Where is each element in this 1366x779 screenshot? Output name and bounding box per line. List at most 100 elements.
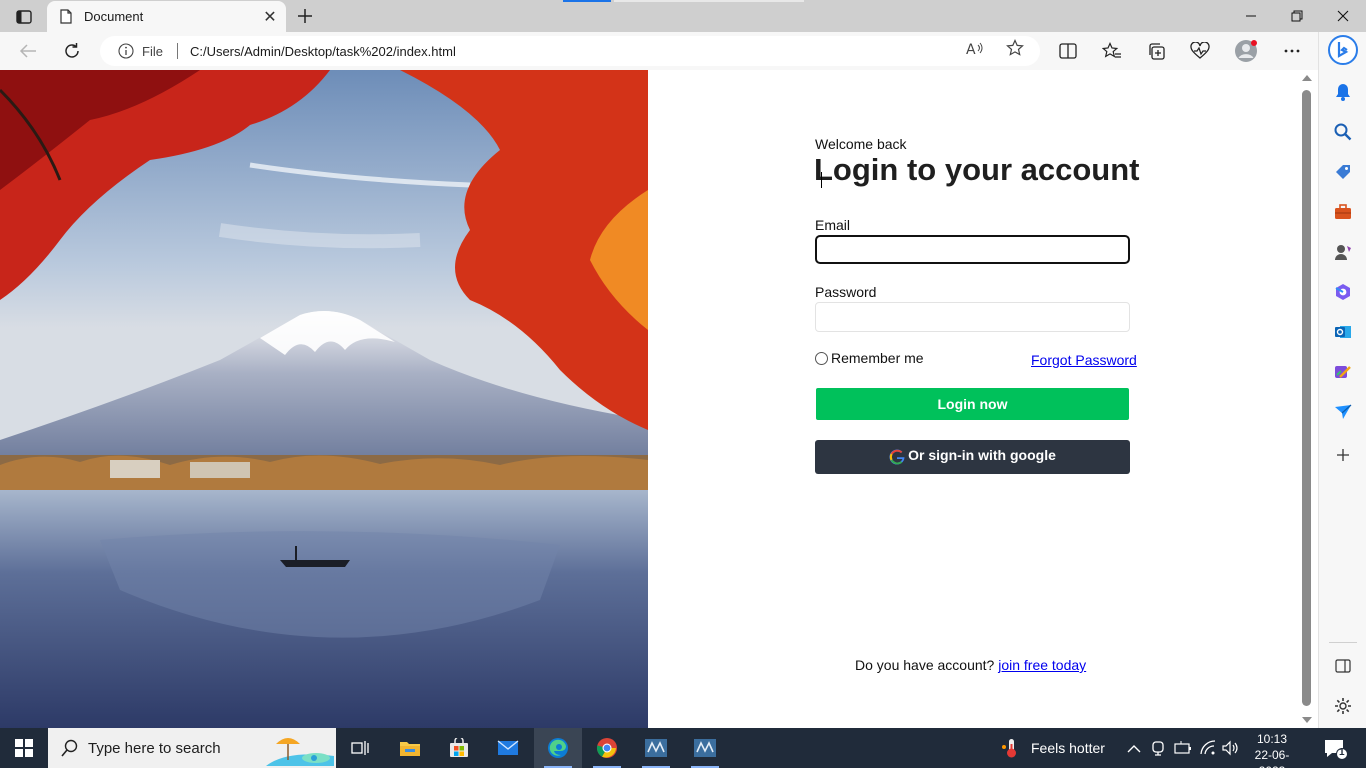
outlook-icon (1335, 326, 1351, 338)
edge-taskbar-button[interactable] (534, 728, 582, 768)
forgot-password-link[interactable]: Forgot Password (1031, 352, 1137, 368)
clock-time: 10:13 (1256, 732, 1288, 746)
browser-toolbar: File C:/Users/Admin/Desktop/task%202/ind… (0, 32, 1318, 70)
notification-center-button[interactable]: 1 (1318, 736, 1358, 760)
address-bar[interactable]: File C:/Users/Admin/Desktop/task%202/ind… (100, 36, 1040, 66)
mountain-lake-image (0, 70, 648, 728)
office-icon (1335, 284, 1350, 300)
mysql-workbench-button-2[interactable] (681, 728, 729, 768)
sidebar-shopping-button[interactable] (1327, 156, 1359, 188)
bing-chat-button[interactable] (1327, 34, 1359, 66)
sidebar-search-button[interactable] (1327, 116, 1359, 148)
store-icon (450, 738, 468, 757)
active-tab[interactable]: Document ✕ (47, 1, 286, 32)
join-free-link[interactable]: join free today (998, 657, 1086, 673)
sidebar-settings-button[interactable] (1327, 690, 1359, 722)
mysql-workbench-button[interactable] (632, 728, 680, 768)
volume-icon[interactable] (1221, 740, 1241, 761)
split-screen-icon (1335, 659, 1351, 673)
clock-date: 22-06-2023 (1254, 748, 1290, 778)
password-label: Password (815, 284, 877, 300)
collections-button[interactable] (1141, 36, 1171, 66)
sidebar-games-button[interactable] (1327, 236, 1359, 268)
favorite-star-icon[interactable] (1006, 39, 1024, 57)
login-button[interactable]: Login now (815, 387, 1130, 421)
web-page: Welcome back Login to your account Email… (0, 70, 1296, 728)
file-explorer-button[interactable] (386, 728, 434, 768)
browser-essentials-button[interactable] (1185, 36, 1215, 66)
sidebar-designer-button[interactable] (1327, 356, 1359, 388)
chrome-button[interactable] (583, 728, 631, 768)
url-text[interactable]: C:/Users/Admin/Desktop/task%202/index.ht… (190, 44, 1040, 59)
remember-me-option[interactable]: Remember me (815, 350, 924, 366)
page-scrollbar[interactable] (1296, 70, 1318, 728)
password-field[interactable] (815, 302, 1130, 332)
sidebar-drop-button[interactable] (1327, 396, 1359, 428)
edge-icon (548, 738, 568, 758)
tab-strip-highlight (614, 0, 804, 2)
favorites-icon (1102, 42, 1121, 58)
google-signin-button[interactable]: Or sign-in with google (815, 440, 1130, 474)
bing-icon (1328, 35, 1358, 65)
store-button[interactable] (435, 728, 483, 768)
restore-button[interactable] (1274, 0, 1320, 32)
plus-icon (298, 9, 312, 23)
favorites-button[interactable] (1097, 36, 1127, 66)
edge-sidebar (1318, 32, 1366, 728)
remember-me-radio[interactable] (815, 351, 828, 365)
task-view-button[interactable] (336, 728, 384, 768)
mail-button[interactable] (484, 728, 532, 768)
scroll-down-icon[interactable] (1302, 717, 1312, 723)
start-button[interactable] (0, 728, 48, 768)
close-window-button[interactable] (1320, 0, 1366, 32)
page-title: Login to your account (814, 152, 1140, 187)
thermometer-icon[interactable] (1000, 737, 1022, 759)
search-icon (1334, 123, 1352, 141)
back-button[interactable] (13, 36, 43, 66)
email-field[interactable] (815, 235, 1130, 264)
games-icon (1335, 245, 1351, 260)
refresh-button[interactable] (57, 36, 87, 66)
email-label: Email (815, 217, 851, 233)
sidebar-add-button[interactable] (1327, 439, 1359, 471)
weather-text[interactable]: Feels hotter (1031, 740, 1105, 756)
back-arrow-icon (19, 44, 36, 58)
split-screen-button[interactable] (1053, 36, 1083, 66)
taskbar-clock[interactable]: 10:13 22-06-2023 (1244, 731, 1300, 779)
chrome-icon (596, 738, 617, 758)
file-explorer-icon (400, 742, 420, 756)
chevron-up-icon[interactable] (1127, 741, 1141, 759)
close-tab-icon[interactable]: ✕ (256, 3, 284, 31)
scroll-up-icon[interactable] (1302, 75, 1312, 81)
settings-icon (1335, 698, 1351, 714)
profile-button[interactable] (1231, 36, 1261, 66)
sidebar-bell-button[interactable] (1327, 76, 1359, 108)
battery-icon[interactable] (1174, 740, 1192, 761)
sidebar-hide-button[interactable] (1327, 650, 1359, 682)
meet-now-icon[interactable] (1151, 739, 1167, 762)
sidebar-office-button[interactable] (1327, 276, 1359, 308)
search-highlight-illustration (266, 738, 334, 766)
search-placeholder: Type here to search (88, 739, 221, 757)
tag-icon (1336, 165, 1350, 179)
windows-taskbar: Type here to search Feels hotter 10:13 2… (0, 728, 1366, 778)
info-icon[interactable] (118, 43, 134, 59)
more-options-button[interactable] (1277, 36, 1307, 66)
avatar (1235, 40, 1257, 62)
sidebar-tools-button[interactable] (1327, 196, 1359, 228)
tab-actions-button[interactable] (10, 6, 38, 28)
wifi-icon[interactable] (1199, 740, 1217, 761)
scrollbar-thumb[interactable] (1302, 90, 1311, 706)
sidebar-outlook-button[interactable] (1327, 316, 1359, 348)
minimize-button[interactable] (1228, 0, 1274, 32)
remember-me-label: Remember me (831, 350, 924, 366)
taskbar-search-box[interactable]: Type here to search (48, 728, 336, 768)
text-caret (821, 172, 822, 188)
signup-prompt-text: Do you have account? (855, 657, 999, 673)
new-tab-button[interactable] (292, 3, 318, 29)
read-aloud-icon[interactable]: A (966, 39, 984, 57)
refresh-icon (65, 43, 79, 58)
tab-strip-accent (563, 0, 611, 2)
sidebar-divider (1329, 642, 1357, 643)
search-icon (60, 738, 80, 758)
